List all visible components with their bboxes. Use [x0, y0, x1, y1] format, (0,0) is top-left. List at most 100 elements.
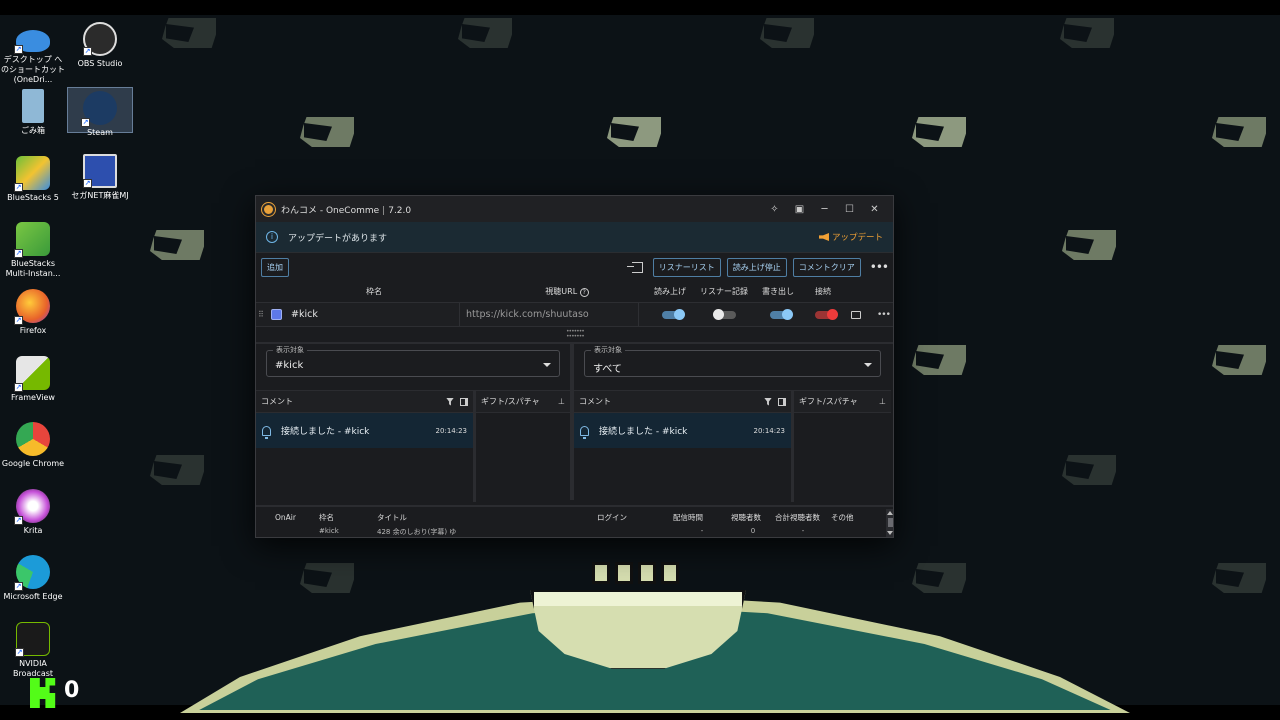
gift-column-title: ギフト/スパチャ	[799, 397, 858, 406]
moon-decoration	[607, 117, 661, 147]
app-version: 7.2.0	[388, 205, 412, 216]
source-name[interactable]: #kick	[291, 309, 459, 320]
listener-list-button[interactable]: リスナーリスト	[652, 257, 721, 277]
frameview-icon: ↗	[14, 356, 50, 392]
pixel-block-decoration	[615, 562, 633, 584]
desktop-icon-frameview[interactable]: ↗ FrameView	[0, 356, 66, 403]
desktop-icon-firefox[interactable]: ↗ Firefox	[0, 289, 66, 336]
comment-column-title: コメント	[579, 397, 611, 406]
bell-icon	[262, 425, 271, 439]
source-url-field[interactable]: https://kick.com/shuutaso	[459, 303, 639, 326]
table-scrollbar[interactable]	[886, 509, 893, 537]
desktop-icon-label: Google Chrome	[1, 459, 65, 468]
comment-time: 20:14:23	[753, 426, 785, 435]
onecomme-window[interactable]: わんコメ - OneComme | 7.2.0 ✧ ▣ ─ ☐ ✕ i アップデート…	[255, 195, 894, 538]
nvidia-broadcast-icon: ↗	[15, 622, 50, 657]
login-icon[interactable]	[626, 261, 643, 273]
frame-name-header: 枠名	[319, 512, 334, 522]
more-menu-icon[interactable]: •••	[870, 260, 889, 274]
listener-log-toggle[interactable]	[713, 308, 736, 320]
moon-decoration	[1212, 117, 1266, 147]
viewers-cell: 0	[750, 527, 756, 535]
comment-panel-2: 表示対象 すべて コメント 接続しました - #kick 20:14:23 ギフ…	[574, 344, 891, 502]
comment-item[interactable]: 接続しました - #kick 20:14:23	[256, 413, 473, 448]
table-row[interactable]: #kick 428 余のしおり(字幕) ゆ - 0 -	[256, 527, 893, 537]
desktop-icon-chrome[interactable]: Google Chrome	[0, 422, 66, 469]
pin-icon[interactable]: ⊥	[558, 397, 565, 406]
comment-column: コメント 接続しました - #kick 20:14:23	[574, 391, 794, 502]
update-link[interactable]: アップデート	[818, 231, 883, 243]
column-read-header: 読み上げ	[654, 287, 686, 296]
column-layout-icon[interactable]	[460, 397, 468, 406]
comment-panel-1: 表示対象 #kick コメント 接続しました - #kick 20:14:23	[256, 344, 574, 502]
export-toggle[interactable]	[770, 308, 793, 320]
column-export-header: 書き出し	[762, 287, 794, 296]
source-color-swatch[interactable]	[271, 309, 282, 320]
moon-decoration	[912, 563, 966, 593]
filter-icon[interactable]	[446, 397, 454, 406]
scroll-down-icon[interactable]	[887, 531, 893, 535]
bell-icon	[580, 425, 589, 439]
stream-info-header: OnAir 枠名 タイトル ログイン 配信時間 視聴者数 合計視聴者数 その他	[256, 507, 893, 527]
recycle-bin-icon	[22, 89, 44, 123]
drag-handle-icon[interactable]: ⠿	[258, 310, 268, 319]
comment-item[interactable]: 接続しました - #kick 20:14:23	[574, 413, 791, 448]
title-cell: 428 余のしおり(字幕) ゆ	[377, 528, 457, 536]
desktop-icon-steam[interactable]: ↗ Steam	[67, 87, 133, 137]
column-listener-log-header: リスナー記録	[700, 287, 748, 296]
update-notice-bar: i アップデートがあります アップデート	[256, 222, 893, 253]
desktop-icon-krita[interactable]: ↗ Krita	[0, 489, 66, 536]
desktop-icon-bluestacks[interactable]: ↗ BlueStacks 5	[0, 156, 66, 203]
close-button[interactable]: ✕	[862, 204, 887, 215]
steam-icon: ↗	[81, 91, 117, 127]
moon-decoration	[760, 18, 814, 48]
desktop-icon-recycle-bin[interactable]: ごみ箱	[0, 89, 66, 136]
info-icon: i	[266, 231, 278, 243]
desktop-icon-onedrive[interactable]: ↗ デスクトップ へのショートカット (OneDri...	[0, 24, 66, 85]
moon-decoration	[150, 455, 204, 485]
desktop-icon-label: NVIDIA Broadcast	[12, 659, 54, 678]
comment-column-header: コメント	[256, 391, 473, 413]
scrollbar-thumb[interactable]	[888, 518, 893, 527]
maximize-button[interactable]: ☐	[837, 204, 862, 215]
desktop-icon-nvidia-broadcast[interactable]: ↗ NVIDIA Broadcast	[0, 622, 66, 679]
resize-splitter[interactable]: ••••••• •••••••	[256, 327, 893, 342]
picture-in-picture-icon[interactable]: ▣	[787, 204, 812, 215]
pin-icon[interactable]: ⊥	[879, 397, 886, 406]
scroll-up-icon[interactable]	[887, 511, 893, 515]
desktop-icon-obs[interactable]: ↗ OBS Studio	[67, 22, 133, 69]
display-target-select[interactable]: 表示対象 すべて	[584, 345, 881, 377]
comment-time: 20:14:23	[435, 426, 467, 435]
desktop-icon-sega-mj[interactable]: ↗ セガNET麻雀MJ	[67, 154, 133, 201]
gift-column: ギフト/スパチャ ⊥	[794, 391, 891, 502]
moon-decoration	[300, 117, 354, 147]
kick-viewer-count: 0	[64, 678, 80, 703]
read-aloud-toggle[interactable]	[662, 308, 685, 320]
display-target-select[interactable]: 表示対象 #kick	[266, 345, 560, 377]
filter-icon[interactable]	[764, 397, 772, 406]
pin-icon[interactable]: ✧	[762, 204, 787, 215]
comment-text: 接続しました - #kick	[281, 427, 370, 437]
chat-icon[interactable]	[851, 310, 861, 319]
moon-decoration	[1212, 563, 1266, 593]
add-button[interactable]: 追加	[261, 257, 289, 277]
column-layout-icon[interactable]	[778, 397, 786, 406]
moon-decoration	[1062, 230, 1116, 260]
moon-decoration	[912, 345, 966, 375]
column-url-label: 視聴URL	[545, 287, 578, 296]
desktop-icon-label: BlueStacks Multi-Instan...	[5, 259, 61, 278]
connect-toggle[interactable]	[815, 308, 838, 320]
row-more-icon[interactable]: •••	[877, 310, 891, 320]
gift-column-header: ギフト/スパチャ ⊥	[476, 391, 570, 413]
minimize-button[interactable]: ─	[812, 204, 837, 215]
sega-mj-icon: ↗	[83, 154, 117, 188]
desktop-icon-edge[interactable]: ↗ Microsoft Edge	[0, 555, 66, 602]
source-row[interactable]: ⠿ #kick https://kick.com/shuutaso •••	[256, 303, 893, 327]
stop-reading-button[interactable]: 読み上げ停止	[726, 257, 787, 277]
update-message: アップデートがあります	[288, 233, 388, 244]
viewers-header: 視聴者数	[731, 512, 761, 522]
clear-comments-button[interactable]: コメントクリア	[792, 257, 861, 277]
help-icon[interactable]: ?	[579, 288, 589, 297]
window-titlebar[interactable]: わんコメ - OneComme | 7.2.0 ✧ ▣ ─ ☐ ✕	[256, 196, 893, 222]
desktop-icon-bluestacks-multi[interactable]: ↗ BlueStacks Multi-Instan...	[0, 222, 66, 279]
